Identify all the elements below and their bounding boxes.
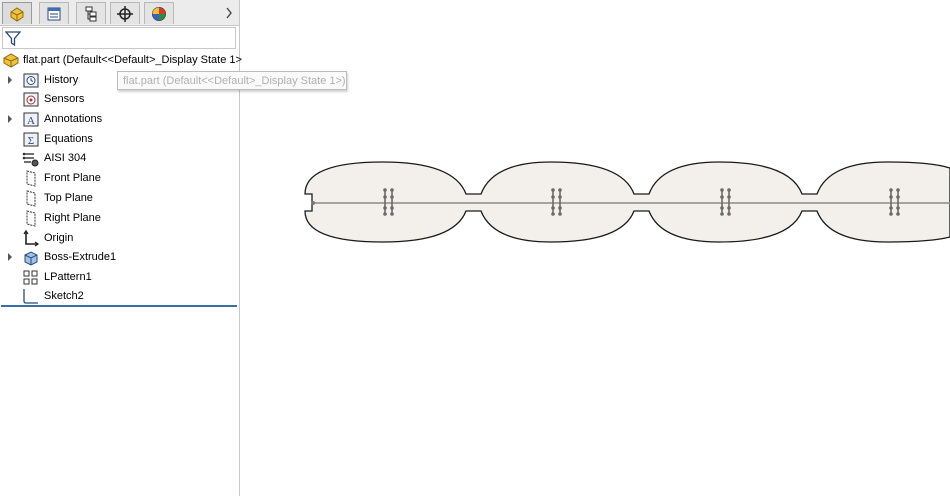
- tree-item-label: Sensors: [44, 93, 85, 105]
- expand-arrow-icon[interactable]: [7, 76, 13, 84]
- propertymanager-icon: [47, 7, 61, 20]
- tree-item-top-plane[interactable]: Top Plane: [0, 188, 238, 208]
- tree-item-sketch2[interactable]: Sketch2: [0, 286, 238, 306]
- svg-text:A: A: [27, 115, 35, 127]
- tree-item-label: AISI 304: [44, 152, 87, 164]
- tree-item-right-plane[interactable]: Right Plane: [0, 208, 238, 228]
- tree-item-label: Sketch2: [44, 290, 84, 302]
- tree-item-label: Origin: [44, 232, 74, 244]
- graphics-area[interactable]: [241, 0, 950, 496]
- tree-item-label: Front Plane: [44, 172, 101, 184]
- annotations-icon: A: [23, 112, 39, 127]
- tree-item-sensors[interactable]: Sensors: [0, 89, 238, 109]
- tree-root-part[interactable]: flat.part (Default<<Default>_Display Sta…: [2, 51, 242, 69]
- tab-featuremanager[interactable]: [2, 2, 32, 24]
- linear-pattern-icon: [23, 270, 38, 284]
- tab-configurationmanager[interactable]: [76, 2, 106, 24]
- tree-item-label: History: [44, 74, 79, 86]
- displaymanager-icon: [152, 6, 166, 21]
- feature-manager-tab-bar: [0, 0, 239, 26]
- featuremanager-icon: [10, 6, 24, 22]
- plane-icon: [26, 209, 36, 227]
- rollback-bar[interactable]: [1, 305, 237, 307]
- chevron-right-icon[interactable]: [222, 4, 236, 22]
- tree-item-equations[interactable]: Σ Equations: [0, 129, 238, 149]
- material-icon: [22, 152, 39, 166]
- plane-icon: [26, 189, 36, 207]
- tree-item-front-plane[interactable]: Front Plane: [0, 168, 238, 188]
- tree-item-lpattern1[interactable]: LPattern1: [0, 267, 238, 287]
- part-icon: [3, 53, 19, 68]
- svg-text:Σ: Σ: [28, 135, 34, 147]
- history-icon: [23, 73, 39, 87]
- tab-propertymanager[interactable]: [39, 2, 69, 24]
- origin-icon: [23, 229, 40, 247]
- expand-arrow-icon[interactable]: [7, 115, 13, 123]
- end-point: [311, 201, 315, 205]
- tree-item-label: Boss-Extrude1: [44, 251, 117, 263]
- tree-root-label: flat.part (Default<<Default>_Display Sta…: [23, 54, 242, 66]
- configurationmanager-icon: [85, 6, 97, 21]
- filter-icon: [5, 31, 21, 47]
- flat-part-outline[interactable]: [304, 161, 950, 243]
- tab-dimxpertmanager[interactable]: [110, 2, 140, 24]
- tree-item-label: Equations: [44, 133, 93, 145]
- expand-arrow-icon[interactable]: [7, 253, 13, 261]
- tab-displaymanager[interactable]: [144, 2, 174, 24]
- dimxpert-icon: [117, 5, 133, 22]
- tree-item-material[interactable]: AISI 304: [0, 148, 238, 168]
- sensors-icon: [23, 92, 39, 106]
- flat-part-model[interactable]: [241, 0, 950, 496]
- equations-icon: Σ: [23, 132, 39, 147]
- tree-item-annotations[interactable]: A Annotations: [0, 109, 238, 129]
- tree-item-label: Top Plane: [44, 192, 93, 204]
- sketch-icon: [23, 288, 38, 304]
- tree-item-label: LPattern1: [44, 271, 92, 283]
- tree-item-origin[interactable]: Origin: [0, 228, 238, 248]
- extrude-icon: [24, 250, 38, 266]
- tree-item-label: Right Plane: [44, 212, 101, 224]
- plane-icon: [26, 169, 36, 187]
- tree-item-boss-extrude1[interactable]: Boss-Extrude1: [0, 247, 238, 267]
- tree-filter[interactable]: [2, 27, 236, 49]
- tree-item-label: Annotations: [44, 113, 103, 125]
